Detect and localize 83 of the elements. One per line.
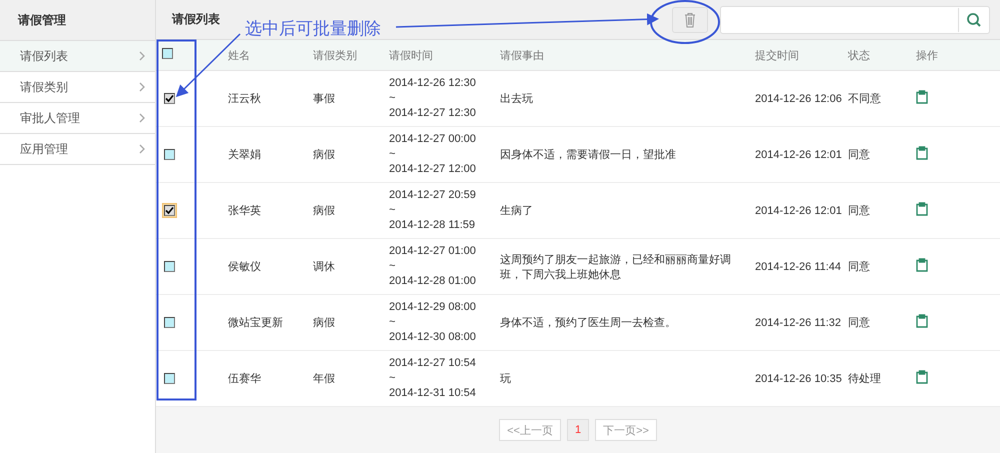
clipboard-icon[interactable] [916, 258, 928, 272]
table-cell: 事假 [313, 93, 335, 105]
table-cell: 病假 [313, 205, 335, 217]
table-cell: 年假 [313, 373, 335, 385]
search-icon[interactable] [966, 12, 982, 28]
checkbox[interactable] [164, 148, 175, 160]
table-cell: 侯敏仪 [228, 261, 261, 273]
table-cell: 同意 [848, 261, 870, 273]
chevron-icon [139, 82, 145, 92]
table-cell-text: ~ [389, 315, 396, 330]
table-cell-text: 2014-12-28 01:00 [389, 274, 477, 289]
table-cell-text: 2014-12-27 12:00 [389, 162, 477, 177]
column-header: 操作 [916, 50, 938, 62]
table-cell-text: ~ [389, 147, 396, 162]
table-cell: 汪云秋 [228, 93, 261, 105]
clipboard-icon[interactable] [916, 202, 928, 216]
table-cell-text: 2014-12-27 10:54 [389, 356, 477, 371]
table-cell: 病假 [313, 317, 335, 329]
delete-button[interactable] [672, 6, 708, 32]
table-cell: 同意 [848, 149, 870, 161]
sidebar-item[interactable]: 请假类别 [0, 72, 155, 103]
table-cell: 因身体不适，需要请假一日，望批准 [500, 149, 676, 161]
chevron-icon [139, 113, 145, 123]
table-cell-text: ~ [389, 203, 396, 218]
column-header: 请假类别 [313, 50, 357, 62]
table-cell: 出去玩 [500, 93, 533, 105]
table-cell-text: ~ [389, 371, 396, 386]
table-cell: 待处理 [848, 373, 881, 385]
sidebar-item[interactable]: 应用管理 [0, 134, 155, 165]
annotation-text: 选中后可批量删除 [245, 18, 381, 40]
clipboard-icon[interactable] [916, 370, 928, 384]
sidebar-title: 请假管理 [18, 12, 66, 28]
table-cell-text: 2014-12-27 12:30 [389, 106, 477, 121]
table-cell-text: ~ [389, 91, 396, 106]
search-field[interactable] [720, 6, 990, 34]
table-cell: 同意 [848, 317, 870, 329]
page-title: 请假列表 [172, 11, 220, 28]
table-cell-text: 2014-12-27 20:59 [389, 188, 477, 203]
trash-icon [684, 12, 696, 28]
table-cell: 同意 [848, 205, 870, 217]
clipboard-icon[interactable] [916, 146, 928, 160]
table-cell: 2014-12-26 11:32 [755, 316, 842, 328]
table-cell-text: 2014-12-27 01:00 [389, 244, 477, 259]
table-cell: 2014-12-26 12:06 [755, 92, 842, 104]
table-cell: 微站宝更新 [228, 317, 283, 329]
sidebar-item[interactable]: 审批人管理 [0, 103, 155, 134]
table-cell: 2014-12-26 10:35 [755, 372, 842, 384]
table-cell: 不同意 [848, 93, 881, 105]
table-cell: 身体不适，预约了医生周一去检查。 [500, 317, 676, 329]
table-cell: 2014-12-26 12:01 [755, 204, 842, 216]
chevron-icon [139, 144, 145, 154]
table-cell-text: 2014-12-26 12:30 [389, 76, 477, 91]
column-header: 提交时间 [755, 50, 799, 62]
checkbox[interactable] [162, 48, 173, 59]
table-cell: 2014-12-26 11:44 [755, 260, 842, 272]
table-cell: 这周预约了朋友一起旅游，已经和丽丽商量好调班，下周六我上班她休息 [500, 254, 731, 280]
column-header: 请假时间 [389, 50, 433, 62]
checkbox[interactable] [164, 260, 175, 272]
checkbox[interactable] [164, 372, 175, 384]
table-cell-text: ~ [389, 259, 396, 274]
checkbox[interactable] [164, 316, 175, 328]
sidebar-item[interactable]: 请假列表 [0, 41, 155, 72]
table-cell-text: 2014-12-30 08:00 [389, 330, 477, 345]
table-cell-text: 2014-12-28 11:59 [389, 218, 476, 233]
checkbox[interactable] [164, 93, 175, 104]
table-cell: 2014-12-26 12:01 [755, 148, 842, 160]
column-header: 请假事由 [500, 50, 544, 62]
table-cell: 伍赛华 [228, 373, 261, 385]
table-cell-text: 2014-12-29 08:00 [389, 300, 477, 315]
chevron-icon [139, 51, 145, 61]
column-header: 状态 [848, 50, 870, 62]
table-cell: 关翠娟 [228, 149, 261, 161]
table-cell: 调休 [313, 261, 335, 273]
table-cell: 张华英 [228, 205, 261, 217]
clipboard-icon[interactable] [916, 90, 928, 104]
table-cell: 病假 [313, 149, 335, 161]
column-header: 姓名 [228, 50, 250, 62]
annotation-ellipse [650, 0, 720, 44]
table-cell: 玩 [500, 373, 511, 385]
table-cell-text: 2014-12-27 00:00 [389, 132, 477, 147]
table-cell-text: 2014-12-31 10:54 [389, 386, 477, 401]
clipboard-icon[interactable] [916, 314, 928, 328]
table-cell: 生病了 [500, 205, 533, 217]
